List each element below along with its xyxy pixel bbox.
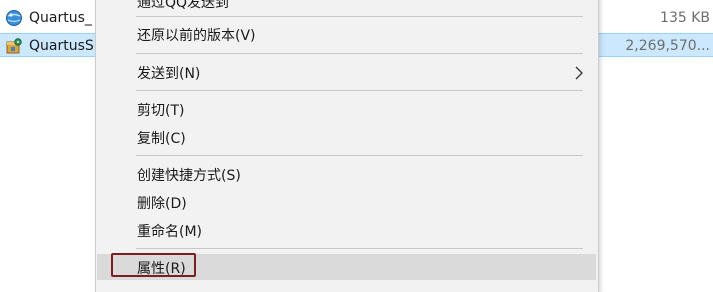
menu-separator bbox=[136, 90, 583, 91]
menu-item-label: 重命名(M) bbox=[137, 224, 203, 240]
menu-item-label: 创建快捷方式(S) bbox=[137, 168, 241, 184]
setup-package-icon bbox=[5, 37, 23, 55]
menu-separator bbox=[136, 248, 583, 249]
menu-separator bbox=[136, 155, 583, 156]
menu-item-label: 剪切(T) bbox=[137, 103, 185, 119]
menu-item-cut[interactable]: 剪切(T) bbox=[97, 96, 596, 122]
file-name: QuartusS bbox=[29, 38, 94, 54]
menu-separator bbox=[136, 16, 583, 17]
file-size: 2,269,570... bbox=[625, 38, 710, 54]
menu-item-send-to[interactable]: 发送到(N) bbox=[97, 59, 596, 85]
installer-globe-icon bbox=[5, 9, 23, 27]
file-size: 135 KB bbox=[660, 10, 710, 26]
menu-item-label: 通过QQ发送到 bbox=[137, 0, 230, 11]
menu-item-send-via-qq[interactable]: 通过QQ发送到 bbox=[97, 0, 596, 14]
menu-item-label: 发送到(N) bbox=[137, 66, 201, 82]
menu-item-label: 还原以前的版本(V) bbox=[137, 28, 256, 44]
menu-item-delete[interactable]: 删除(D) bbox=[97, 189, 596, 215]
file-name: Quartus_ bbox=[29, 10, 92, 26]
menu-item-copy[interactable]: 复制(C) bbox=[97, 124, 596, 150]
menu-item-label: 复制(C) bbox=[137, 131, 186, 147]
context-menu: 通过QQ发送到 还原以前的版本(V) 发送到(N) 剪切(T) 复制(C) 创建… bbox=[95, 0, 599, 292]
menu-separator bbox=[136, 53, 583, 54]
menu-item-properties[interactable]: 属性(R) bbox=[97, 253, 596, 280]
menu-item-rename[interactable]: 重命名(M) bbox=[97, 217, 596, 243]
menu-item-restore-previous-versions[interactable]: 还原以前的版本(V) bbox=[97, 21, 596, 47]
chevron-right-icon bbox=[572, 65, 586, 80]
menu-item-label: 属性(R) bbox=[137, 261, 186, 277]
menu-item-create-shortcut[interactable]: 创建快捷方式(S) bbox=[97, 161, 596, 187]
menu-item-label: 删除(D) bbox=[137, 196, 187, 212]
